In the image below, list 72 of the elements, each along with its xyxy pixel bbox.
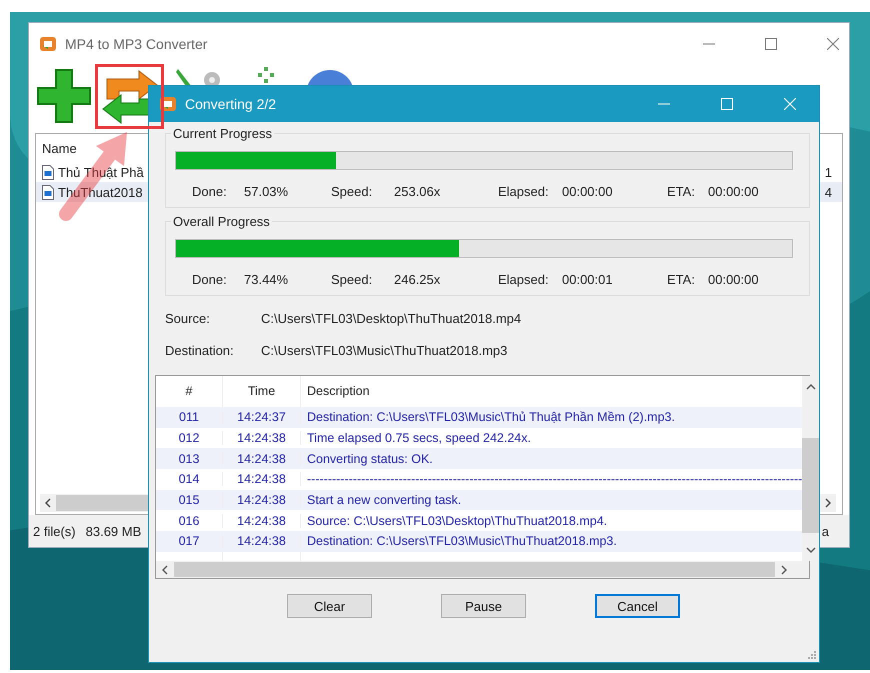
horizontal-scrollbar[interactable] xyxy=(156,561,809,578)
column-header[interactable]: Name xyxy=(42,140,77,156)
dialog-button[interactable]: Cancel xyxy=(595,594,680,618)
column-header[interactable]: Description xyxy=(301,376,802,407)
table-cell: 14:24:38 xyxy=(223,431,301,446)
table-cell: 011 xyxy=(156,410,223,424)
table-cell: 14:24:38 xyxy=(223,452,301,466)
path-label: Source: xyxy=(165,310,211,326)
table-cell: 14:24:38 xyxy=(223,493,301,508)
table-cell: 14:24:38 xyxy=(223,514,301,528)
app-icon xyxy=(39,35,57,53)
dialog-button[interactable]: Clear xyxy=(287,594,372,618)
scroll-down-icon[interactable] xyxy=(806,547,816,553)
table-cell-text: Source: C:\Users\TFL03\Desktop\ThuThuat2018.mp4. xyxy=(306,514,608,528)
table-cell: 013 xyxy=(156,452,223,466)
path-value: C:\Users\TFL03\Desktop\ThuThuat2018.mp4 xyxy=(261,310,522,326)
table-cell: 014 xyxy=(156,472,223,486)
status-text: a xyxy=(822,524,829,538)
stat-label: Done: xyxy=(192,272,228,287)
table-cell: 1 xyxy=(824,164,832,180)
table-cell: 14:24:37 xyxy=(223,410,301,424)
table-cell: 4 xyxy=(824,184,832,200)
file-count: 2 file(s) xyxy=(33,524,76,538)
table-cell-text: Time elapsed 0.75 secs, speed 242.24x. xyxy=(306,431,532,446)
file-name: Thủ Thuật Phầ xyxy=(58,164,144,180)
scroll-right-icon[interactable] xyxy=(781,564,787,574)
path-label: Destination: xyxy=(165,342,235,358)
stat-label: Elapsed: xyxy=(498,272,550,287)
table-cell: 012 xyxy=(156,431,223,446)
stat-value: 246.25x xyxy=(394,272,442,287)
scroll-right-icon[interactable] xyxy=(825,498,831,508)
plus-icon[interactable] xyxy=(36,68,92,124)
table-cell: 015 xyxy=(156,493,223,508)
window-title: MP4 to MP3 Converter xyxy=(65,36,208,52)
scroll-left-icon[interactable] xyxy=(162,564,168,574)
table-cell-text: Destination: C:\Users\TFL03\Music\Thủ Thuật Phần Mềm (2).mp3. xyxy=(306,410,676,424)
path-value: C:\Users\TFL03\Music\ThuThuat2018.mp3 xyxy=(261,342,508,358)
stat-label: Elapsed: xyxy=(498,184,550,199)
file-icon xyxy=(42,164,54,180)
stat-value: 00:00:00 xyxy=(708,184,760,199)
stat-label: Speed: xyxy=(331,272,374,287)
maximize-icon[interactable] xyxy=(765,38,777,50)
table-cell: 14:24:38 xyxy=(223,534,301,548)
scroll-up-icon[interactable] xyxy=(806,384,816,390)
stat-value: 00:00:00 xyxy=(562,184,614,199)
stat-label: ETA: xyxy=(667,184,696,199)
stat-label: ETA: xyxy=(667,272,696,287)
group-title: Current Progress xyxy=(172,126,273,141)
table-cell: 016 xyxy=(156,514,223,528)
close-icon[interactable] xyxy=(827,38,839,50)
table-cell-text: Destination: C:\Users\TFL03\Music\ThuThuat2018.mp3. xyxy=(306,534,618,548)
group-title: Overall Progress xyxy=(172,214,271,229)
stat-value: 00:00:01 xyxy=(562,272,614,287)
file-icon xyxy=(42,184,54,200)
stat-value: 57.03% xyxy=(244,184,290,199)
table-cell-text: Converting status: OK. xyxy=(306,452,434,466)
dialog-button[interactable]: Pause xyxy=(441,594,526,618)
total-size: 83.69 MB xyxy=(86,524,142,538)
stat-label: Done: xyxy=(192,184,228,199)
table-cell: 017 xyxy=(156,534,223,548)
table-cell-text: Start a new converting task. xyxy=(306,493,462,508)
table-cell: 14:24:38 xyxy=(223,472,301,486)
stat-label: Speed: xyxy=(331,184,374,199)
scroll-left-icon[interactable] xyxy=(45,498,51,508)
stat-value: 00:00:00 xyxy=(708,272,760,287)
dialog-title: Converting 2/2 xyxy=(185,96,276,112)
stat-value: 73.44% xyxy=(244,272,290,287)
file-name: ThuThuat2018 xyxy=(58,184,143,200)
table-cell-text: ----------------------------------------------------------------------------------------------------------------------- xyxy=(306,472,802,486)
highlight-frame xyxy=(95,64,164,129)
resize-grip-icon[interactable] xyxy=(807,650,817,660)
stat-value: 253.06x xyxy=(394,184,442,199)
